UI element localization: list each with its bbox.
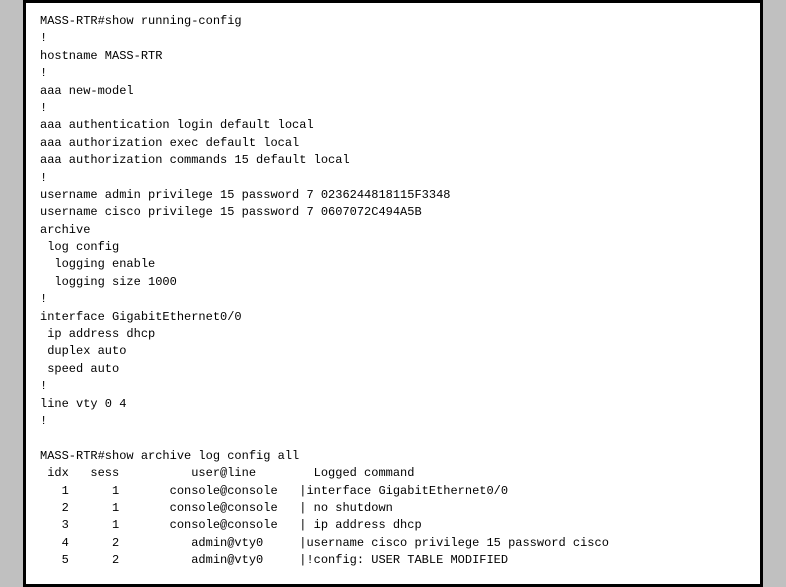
terminal-window: MASS-RTR#show running-config ! hostname … <box>23 0 763 587</box>
terminal-content: MASS-RTR#show running-config ! hostname … <box>40 13 746 570</box>
